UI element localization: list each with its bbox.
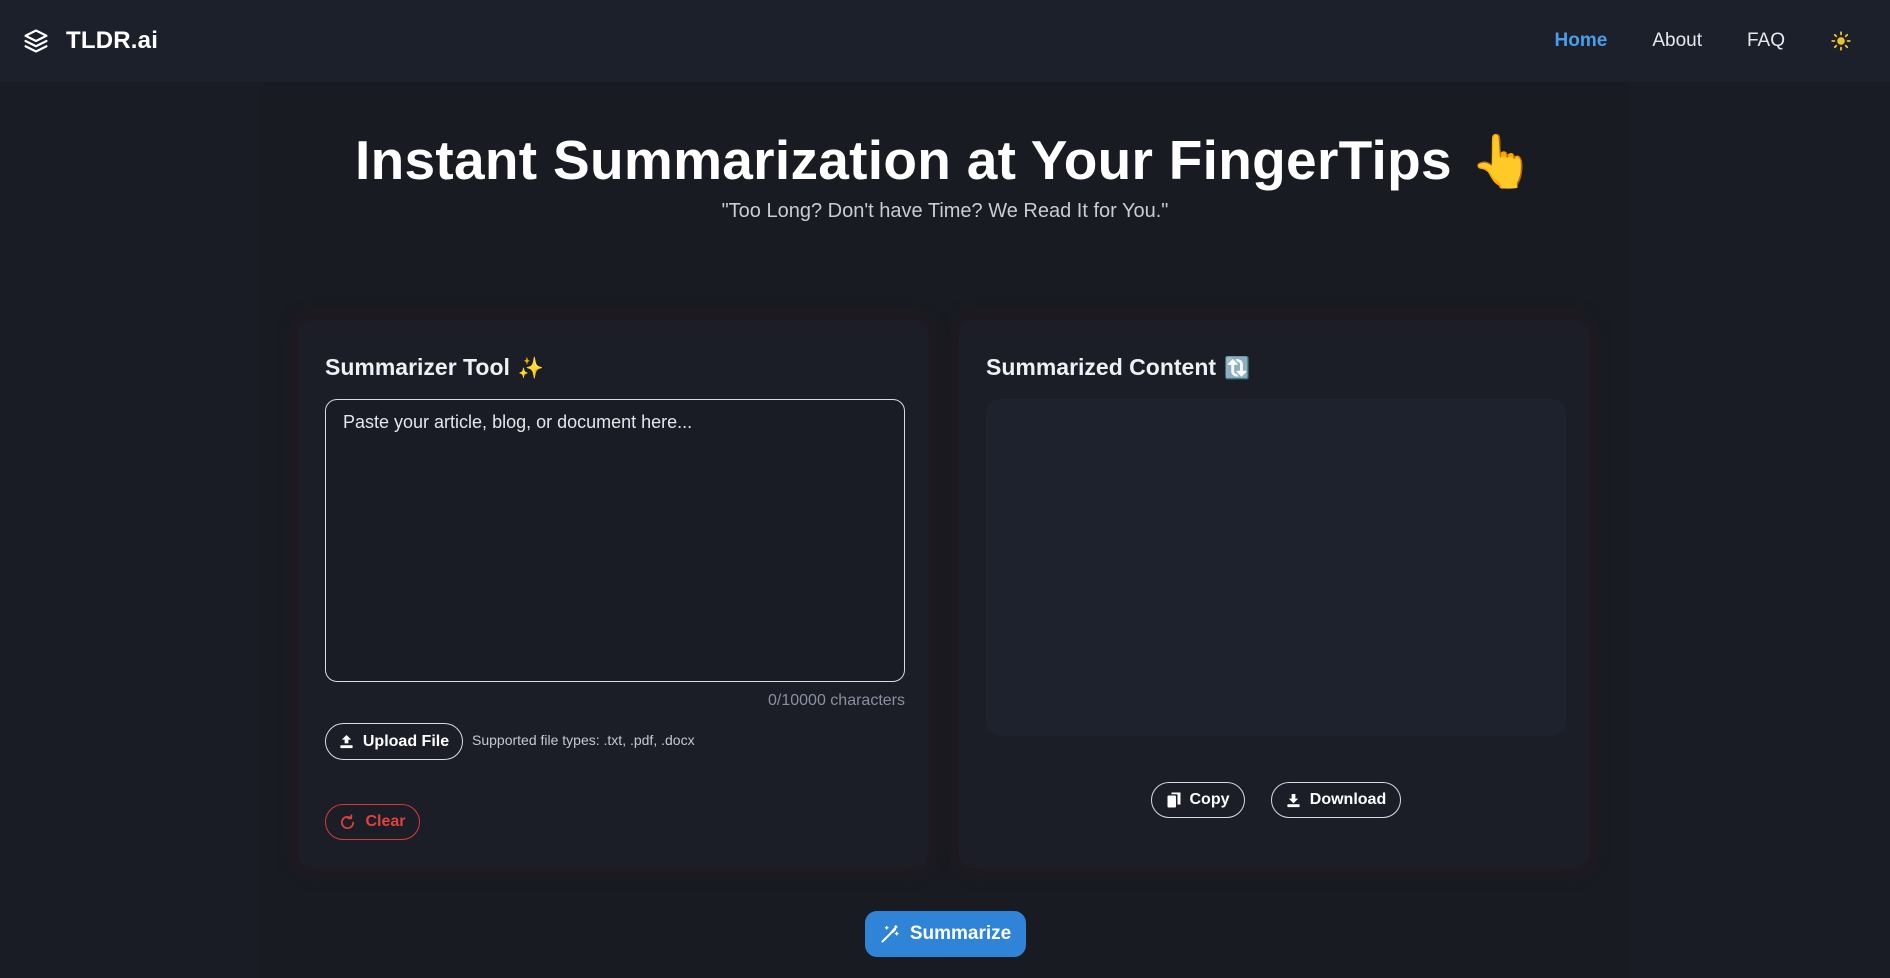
upload-file-button[interactable]: Upload File [325, 723, 463, 760]
hero-title-text: Instant Summarization at Your FingerTips [355, 129, 1452, 191]
summarize-label: Summarize [909, 923, 1012, 944]
refresh-icon [339, 813, 356, 831]
summary-card: Summarized Content 🔃 Copy Download [959, 320, 1589, 868]
download-button[interactable]: Download [1271, 782, 1401, 818]
nav-links: Home About FAQ [1510, 30, 1852, 52]
clear-label: Clear [365, 813, 406, 830]
char-count: 0/10000 characters [768, 692, 905, 709]
nav-link-about[interactable]: About [1652, 30, 1702, 52]
download-label: Download [1309, 791, 1387, 808]
clear-button[interactable]: Clear [325, 804, 420, 840]
upload-file-label: Upload File [362, 732, 450, 750]
pointing-hand-icon: 👆 [1469, 133, 1535, 191]
file-types-hint: Supported file types: .txt, .pdf, .docx [472, 732, 695, 748]
copy-label: Copy [1189, 791, 1230, 808]
summary-title: Summarized Content 🔃 [986, 354, 1250, 381]
copy-icon [1167, 792, 1181, 808]
summarizer-title: Summarizer Tool ✨ [325, 354, 544, 381]
hero-title: Instant Summarization at Your FingerTips… [0, 128, 1890, 192]
sun-icon[interactable] [1830, 30, 1852, 52]
summarizer-card: Summarizer Tool ✨ 0/10000 characters Uplo… [298, 320, 928, 868]
nav-link-home[interactable]: Home [1555, 30, 1608, 52]
article-input[interactable] [325, 399, 905, 682]
brand-name: TLDR.ai [66, 27, 159, 54]
magic-wand-icon [880, 924, 900, 944]
hero-subtitle: "Too Long? Don't have Time? We Read It f… [721, 200, 1169, 222]
nav-link-faq[interactable]: FAQ [1747, 30, 1785, 52]
upload-icon [339, 734, 354, 749]
download-icon [1286, 793, 1301, 808]
sparkles-icon: ✨ [517, 357, 545, 380]
summarize-button[interactable]: Summarize [865, 911, 1026, 957]
summary-output[interactable] [986, 399, 1566, 736]
summary-title-text: Summarized Content [986, 354, 1217, 380]
summarizer-title-text: Summarizer Tool [325, 354, 510, 380]
layers-icon [22, 27, 50, 55]
brand[interactable]: TLDR.ai [22, 27, 158, 55]
navbar: TLDR.ai Home About FAQ [0, 0, 1890, 82]
arrows-cycle-icon: 🔃 [1224, 357, 1251, 380]
copy-button[interactable]: Copy [1151, 782, 1245, 818]
